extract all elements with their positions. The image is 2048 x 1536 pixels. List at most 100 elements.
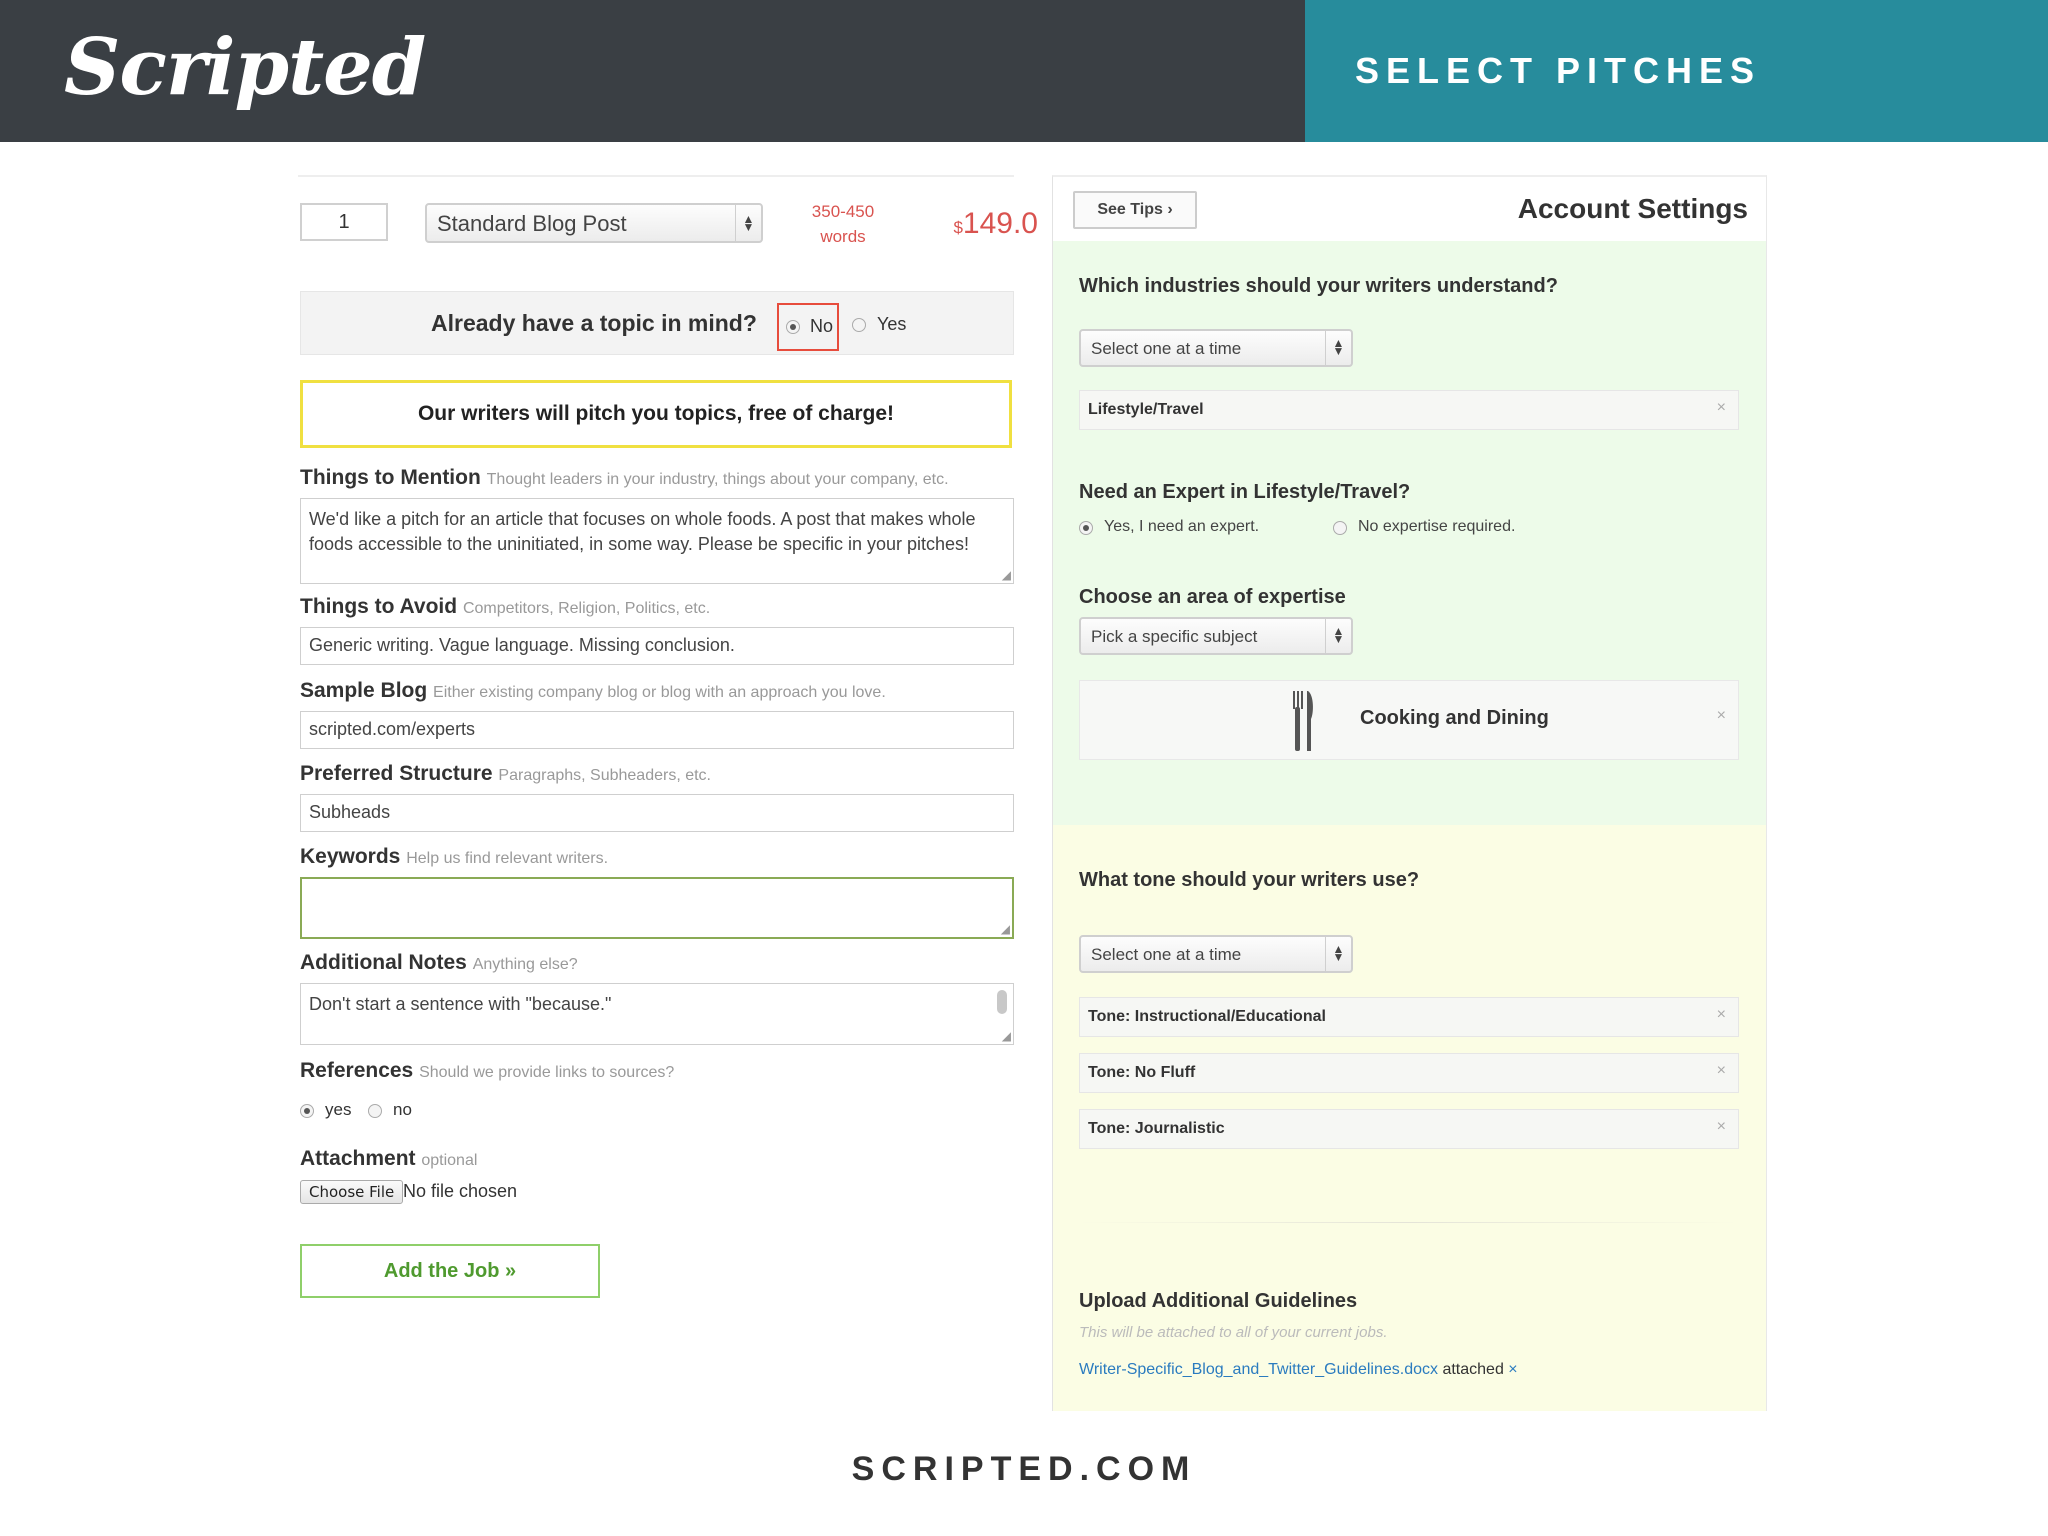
sample-hint: Either existing company blog or blog wit…	[433, 684, 886, 701]
expertise-area-question: Choose an area of expertise	[1079, 586, 1346, 608]
topic-yes-radio[interactable]	[852, 318, 866, 332]
references-yes-radio[interactable]	[300, 1104, 314, 1118]
expert-yes-radio[interactable]	[1079, 521, 1093, 535]
topic-no-radio[interactable]	[786, 320, 800, 334]
references-no-radio[interactable]	[368, 1104, 382, 1118]
keywords-label: Keywords Help us find relevant writers.	[300, 845, 608, 869]
notes-textarea[interactable]: Don't start a sentence with "because." ◢	[300, 983, 1014, 1045]
tone-question: What tone should your writers use?	[1079, 869, 1420, 891]
references-yes-label: yes	[325, 1100, 352, 1119]
tone-select-value: Select one at a time	[1091, 945, 1242, 964]
header-banner: SELECT PITCHES	[1305, 0, 2048, 142]
account-settings-header: See Tips › Account Settings	[1053, 177, 1766, 241]
sample-input[interactable]: scripted.com/experts	[300, 711, 1014, 749]
pitch-notice: Our writers will pitch you topics, free …	[300, 380, 1012, 448]
tone-tag: Tone: No Fluff ×	[1079, 1053, 1739, 1093]
expertise-area-select[interactable]: Pick a specific subject ▲ ▼	[1079, 617, 1353, 655]
mention-label: Things to Mention Thought leaders in you…	[300, 466, 949, 490]
industry-tag-label: Lifestyle/Travel	[1088, 401, 1204, 418]
choose-file-button[interactable]: Choose File	[300, 1180, 404, 1204]
keywords-textarea[interactable]: ◢	[300, 877, 1014, 939]
mention-value: We'd like a pitch for an article that fo…	[309, 509, 976, 554]
references-no-label: no	[393, 1100, 412, 1119]
attachment-label-text: Attachment	[300, 1147, 416, 1170]
quantity-input[interactable]: 1	[300, 203, 388, 241]
see-tips-label: See Tips	[1097, 201, 1163, 218]
expert-no-label: No expertise required.	[1358, 518, 1516, 535]
price: $149.0	[938, 207, 1038, 241]
remove-x-icon[interactable]: ×	[1717, 1118, 1726, 1136]
expert-question: Need an Expert in Lifestyle/Travel?	[1079, 481, 1411, 503]
topic-yes-label: Yes	[877, 314, 907, 334]
structure-label-text: Preferred Structure	[300, 762, 493, 785]
price-currency: $	[953, 218, 963, 237]
select-arrows-icon: ▲ ▼	[1325, 331, 1351, 365]
resize-handle-icon[interactable]: ◢	[1002, 569, 1011, 581]
sample-label-text: Sample Blog	[300, 679, 428, 702]
tone-tag-label: Tone: Instructional/Educational	[1088, 1008, 1326, 1025]
select-arrows-icon: ▲ ▼	[1325, 937, 1351, 971]
file-status: No file chosen	[403, 1181, 518, 1201]
notes-label-text: Additional Notes	[300, 951, 467, 974]
avoid-hint: Competitors, Religion, Politics, etc.	[462, 600, 711, 617]
topic-question-bar: Already have a topic in mind? No Yes	[300, 291, 1014, 355]
industry-select[interactable]: Select one at a time ▲ ▼	[1079, 329, 1353, 367]
notes-label: Additional Notes Anything else?	[300, 951, 578, 975]
word-range: 350-450	[811, 202, 875, 221]
structure-hint: Paragraphs, Subheaders, etc.	[498, 767, 711, 784]
industry-select-value: Select one at a time	[1091, 339, 1242, 358]
structure-input[interactable]: Subheads	[300, 794, 1014, 832]
app-header: Scripted SELECT PITCHES	[0, 0, 2048, 142]
tone-tag: Tone: Journalistic ×	[1079, 1109, 1739, 1149]
page-title: SELECT PITCHES	[1355, 50, 1762, 91]
attachment-label: Attachment optional	[300, 1147, 477, 1171]
account-settings-title: Account Settings	[1517, 193, 1748, 224]
remove-x-icon[interactable]: ×	[1717, 707, 1726, 725]
upload-guidelines-title: Upload Additional Guidelines	[1079, 1290, 1358, 1312]
notes-scrollbar[interactable]	[997, 990, 1007, 1014]
attached-file-link[interactable]: Writer-Specific_Blog_and_Twitter_Guideli…	[1079, 1361, 1438, 1378]
mention-hint: Thought leaders in your industry, things…	[486, 471, 949, 488]
resize-handle-icon[interactable]: ◢	[1001, 923, 1010, 935]
remove-x-icon[interactable]: ×	[1717, 1062, 1726, 1080]
add-job-button[interactable]: Add the Job »	[300, 1244, 600, 1298]
tone-select[interactable]: Select one at a time ▲ ▼	[1079, 935, 1353, 973]
avoid-label: Things to Avoid Competitors, Religion, P…	[300, 595, 710, 619]
resize-handle-icon[interactable]: ◢	[1002, 1030, 1011, 1042]
notes-value: Don't start a sentence with "because."	[309, 994, 612, 1014]
content-type-value: Standard Blog Post	[437, 211, 627, 236]
price-value: 149.0	[962, 207, 1038, 240]
structure-label: Preferred Structure Paragraphs, Subheade…	[300, 762, 711, 786]
notes-hint: Anything else?	[472, 956, 578, 973]
mention-textarea[interactable]: We'd like a pitch for an article that fo…	[300, 498, 1014, 584]
keywords-hint: Help us find relevant writers.	[406, 850, 609, 867]
expertise-area-label: Cooking and Dining	[1360, 707, 1549, 729]
word-count: 350-450 words	[798, 199, 888, 249]
remove-x-icon[interactable]: ×	[1717, 399, 1726, 417]
mention-label-text: Things to Mention	[300, 466, 481, 489]
attachment-hint: optional	[421, 1152, 478, 1169]
attached-file: Writer-Specific_Blog_and_Twitter_Guideli…	[1079, 1361, 1518, 1379]
references-label: References Should we provide links to so…	[300, 1059, 674, 1083]
references-label-text: References	[300, 1059, 414, 1082]
content-type-select[interactable]: Standard Blog Post ▲ ▼	[425, 203, 763, 243]
word-label: words	[820, 227, 866, 246]
industries-question: Which industries should your writers und…	[1079, 275, 1558, 297]
see-tips-button[interactable]: See Tips ›	[1073, 191, 1197, 229]
tone-tag-label: Tone: No Fluff	[1088, 1064, 1196, 1081]
footer-brand: SCRIPTED.COM	[851, 1450, 1197, 1488]
expert-no-radio[interactable]	[1333, 521, 1347, 535]
sample-label: Sample Blog Either existing company blog…	[300, 679, 886, 703]
remove-x-icon[interactable]: ×	[1717, 1006, 1726, 1024]
topic-no-option[interactable]: No	[777, 303, 839, 351]
scripted-logo[interactable]: Scripted	[64, 22, 426, 113]
fork-knife-icon	[1293, 691, 1313, 751]
attached-label: attached	[1442, 1361, 1504, 1378]
avoid-input[interactable]: Generic writing. Vague language. Missing…	[300, 627, 1014, 665]
remove-x-icon[interactable]: ×	[1508, 1361, 1517, 1378]
chevron-right-icon: ›	[1167, 201, 1173, 218]
tone-tag-label: Tone: Journalistic	[1088, 1120, 1225, 1137]
keywords-label-text: Keywords	[300, 845, 401, 868]
topic-question: Already have a topic in mind?	[431, 310, 757, 336]
job-form: 1 Standard Blog Post ▲ ▼ 350-450 words $1…	[298, 175, 1038, 1315]
